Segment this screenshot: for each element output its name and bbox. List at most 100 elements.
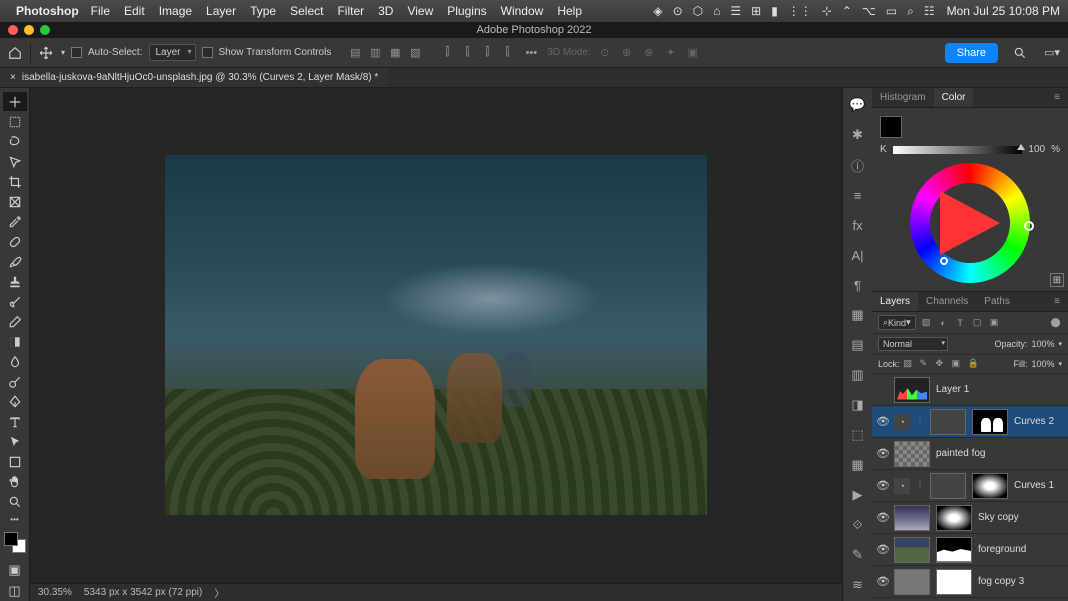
screen-mode-icon[interactable]: ▣	[3, 561, 27, 580]
eyedropper-tool[interactable]	[3, 212, 27, 231]
type-tool[interactable]	[3, 413, 27, 432]
dodge-tool[interactable]	[3, 373, 27, 392]
foreground-color-swatch[interactable]	[4, 532, 18, 546]
menu-view[interactable]: View	[407, 4, 433, 18]
filter-shape-icon[interactable]: ▢	[971, 316, 984, 329]
auto-select-checkbox[interactable]	[71, 47, 82, 58]
home-icon[interactable]	[6, 44, 24, 62]
visibility-toggle[interactable]: 👁	[876, 415, 888, 428]
menu-layer[interactable]: Layer	[206, 4, 236, 18]
k-slider-track[interactable]	[893, 146, 1023, 154]
crop-tool[interactable]	[3, 172, 27, 191]
character-icon[interactable]: A|	[849, 246, 867, 264]
document-canvas[interactable]	[165, 155, 707, 515]
auto-select-target-dropdown[interactable]: Layer	[149, 44, 196, 61]
search-icon[interactable]	[1010, 43, 1030, 63]
layer-thumbnail[interactable]	[894, 537, 930, 563]
brush-tool[interactable]	[3, 252, 27, 271]
panel-icon[interactable]: ▥	[849, 366, 867, 384]
visibility-toggle[interactable]: 👁	[876, 511, 888, 524]
tab-histogram[interactable]: Histogram	[872, 88, 934, 107]
close-window-button[interactable]	[8, 25, 18, 35]
quick-select-tool[interactable]	[3, 152, 27, 171]
status-icon[interactable]: ☰	[730, 4, 741, 18]
share-button[interactable]: Share	[945, 43, 998, 63]
wifi-icon[interactable]: ⌃	[842, 4, 852, 18]
panel-menu-icon[interactable]: ≡	[1046, 88, 1068, 107]
battery-icon[interactable]: ▭	[886, 4, 897, 18]
more-options-icon[interactable]: •••	[521, 47, 541, 59]
panel-icon[interactable]: ▶	[849, 486, 867, 504]
add-swatch-icon[interactable]: ⊞	[1050, 273, 1064, 287]
current-color-swatch[interactable]	[880, 116, 902, 138]
layer-name[interactable]: Curves 1	[1014, 480, 1054, 491]
layer-thumbnail[interactable]	[894, 441, 930, 467]
quick-mask-icon[interactable]: ◫	[3, 581, 27, 600]
layer-row[interactable]: Layer 1	[872, 374, 1068, 406]
layer-row[interactable]: 👁◔⋮Curves 2	[872, 406, 1068, 438]
document-dims[interactable]: 5343 px x 3542 px (72 ppi)	[84, 587, 202, 598]
menu-select[interactable]: Select	[290, 4, 323, 18]
adjustments-icon[interactable]: ≡	[849, 186, 867, 204]
hue-cursor[interactable]	[1024, 221, 1034, 231]
workspace-switcher-icon[interactable]: ▭▾	[1042, 43, 1062, 63]
styles-icon[interactable]: fx	[849, 216, 867, 234]
tab-layers[interactable]: Layers	[872, 292, 918, 311]
distribute-icon[interactable]: ⫿	[439, 45, 455, 61]
hand-tool[interactable]	[3, 473, 27, 492]
layer-row[interactable]: 👁fog copy 3	[872, 566, 1068, 598]
layer-mask-thumbnail[interactable]	[936, 537, 972, 563]
layer-thumbnail[interactable]	[894, 569, 930, 595]
visibility-toggle[interactable]: 👁	[876, 479, 888, 492]
lock-image-icon[interactable]: ✎	[920, 358, 932, 370]
document-tab[interactable]: × isabella-juskova-9aNltHjuOc0-unsplash.…	[0, 68, 388, 87]
lock-all-icon[interactable]: 🔒	[968, 358, 980, 370]
panel-icon[interactable]: ⬚	[849, 426, 867, 444]
move-tool[interactable]	[3, 92, 27, 111]
menu-window[interactable]: Window	[501, 4, 544, 18]
layer-thumbnail[interactable]	[930, 409, 966, 435]
visibility-toggle[interactable]: 👁	[876, 575, 888, 588]
control-center-icon[interactable]: ☷	[924, 4, 935, 18]
status-icon[interactable]: ⌂	[713, 4, 720, 18]
opacity-value[interactable]: 100%	[1031, 339, 1054, 349]
bluetooth-icon[interactable]: ⌥	[862, 4, 876, 18]
foreground-background-swatch[interactable]	[4, 532, 26, 553]
menu-type[interactable]: Type	[250, 4, 276, 18]
panel-icon[interactable]: ⟐	[849, 516, 867, 534]
layer-thumbnail[interactable]	[894, 377, 930, 403]
layer-row[interactable]: 👁 Sky copy	[872, 502, 1068, 534]
status-icon[interactable]: ⊙	[673, 4, 683, 18]
layer-name[interactable]: Layer 1	[936, 384, 969, 395]
fill-value[interactable]: 100%	[1031, 359, 1054, 369]
tab-color[interactable]: Color	[934, 88, 974, 107]
lock-position-icon[interactable]: ✥	[936, 358, 948, 370]
shape-tool[interactable]	[3, 453, 27, 472]
menu-image[interactable]: Image	[159, 4, 192, 18]
panel-icon[interactable]: ≋	[849, 576, 867, 594]
menu-file[interactable]: File	[91, 4, 110, 18]
blur-tool[interactable]	[3, 353, 27, 372]
status-icon[interactable]: ⊞	[751, 4, 761, 18]
status-flyout-icon[interactable]: 〉	[214, 585, 224, 600]
path-select-tool[interactable]	[3, 433, 27, 452]
layer-name[interactable]: Curves 2	[1014, 416, 1054, 427]
layer-row[interactable]: 👁painted fog	[872, 438, 1068, 470]
tab-paths[interactable]: Paths	[976, 292, 1018, 311]
menu-filter[interactable]: Filter	[337, 4, 364, 18]
distribute-icon[interactable]: ⫿	[479, 45, 495, 61]
distribute-icon[interactable]: ⫿	[459, 45, 475, 61]
filter-type-icon[interactable]: T	[954, 316, 967, 329]
layer-thumbnail[interactable]	[894, 505, 930, 531]
lock-transparency-icon[interactable]: ▧	[904, 358, 916, 370]
panel-icon[interactable]: ▤	[849, 336, 867, 354]
distribute-icon[interactable]: ⫿	[499, 45, 515, 61]
layer-name[interactable]: Sky copy	[978, 512, 1019, 523]
menu-3d[interactable]: 3D	[378, 4, 393, 18]
show-transform-checkbox[interactable]	[202, 47, 213, 58]
layer-mask-thumbnail[interactable]	[972, 409, 1008, 435]
menu-edit[interactable]: Edit	[124, 4, 145, 18]
filter-kind-dropdown[interactable]: ⌕ Kind ▾	[878, 315, 916, 330]
align-top-icon[interactable]: ▧	[407, 45, 423, 61]
menu-help[interactable]: Help	[557, 4, 582, 18]
